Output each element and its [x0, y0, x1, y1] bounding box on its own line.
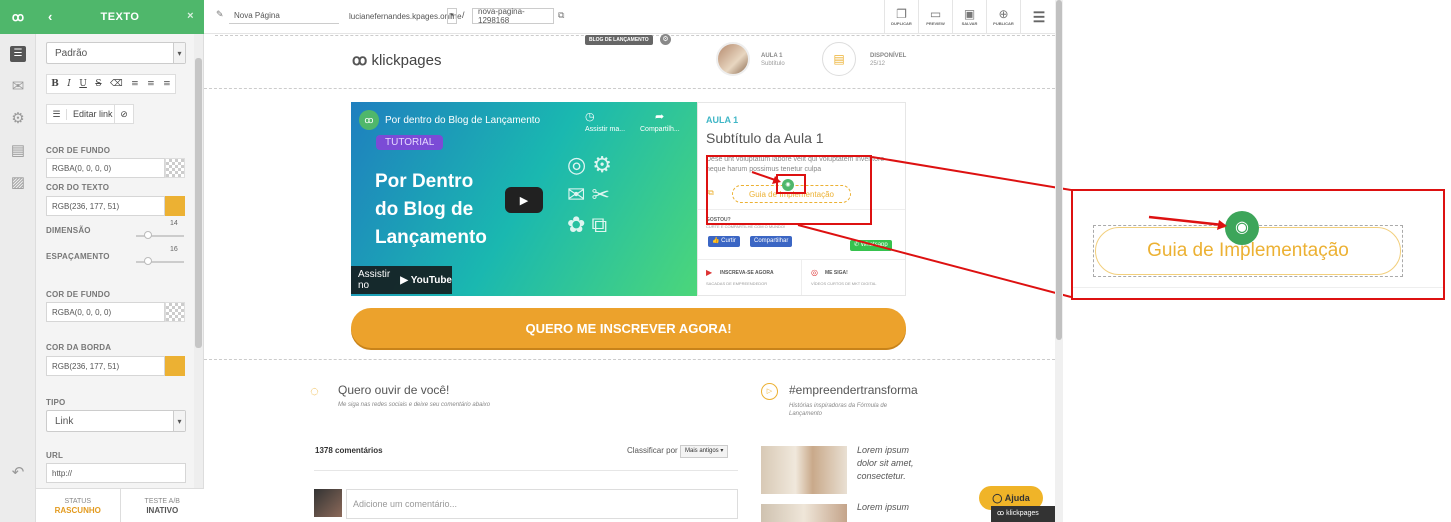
comments-subtitle: Me siga nas redes sociais e deixe seu co…: [338, 402, 491, 408]
zoom-line-top: [871, 156, 1072, 191]
lorem-text-2: Lorem ipsum: [857, 502, 910, 512]
canvas-scrollbar-thumb[interactable]: [1056, 0, 1062, 340]
comment-input[interactable]: Adicione um comentário...: [346, 489, 738, 519]
canvas-scrollbar[interactable]: [1055, 0, 1063, 522]
sort-select[interactable]: Mais antigos ▾: [680, 445, 729, 458]
chat-icon: ◯: [992, 492, 1003, 503]
klickpages-watermark: ꝏ klickpages: [991, 506, 1055, 522]
sort-label: Classificar por: [627, 446, 678, 455]
zoom-divider: [1073, 287, 1443, 288]
commenter-avatar: [314, 489, 342, 517]
comments-divider: [314, 470, 738, 471]
help-label: Ajuda: [1004, 493, 1030, 503]
zoom-callout: Guia de Implementação ◉: [1071, 189, 1445, 300]
hashtag-subtitle: Histórias inspiradoras da Fórmula de Lan…: [789, 403, 888, 417]
video-thumbnail[interactable]: [761, 504, 847, 522]
watermark-label: klickpages: [1006, 510, 1039, 517]
lorem-text-1: Lorem ipsum dolor sit amet, consectetur.: [857, 445, 914, 481]
video-thumbnail[interactable]: [761, 446, 847, 494]
hashtag-title: #empreendertransforma: [789, 383, 918, 397]
comments-title: Quero ouvir de você!: [338, 383, 450, 397]
play-circle-icon: ▷: [761, 383, 778, 400]
zoom-arrow: [1148, 215, 1227, 230]
sort-select-value: Mais antigos: [685, 448, 719, 454]
speech-bubble-icon: ◌: [310, 383, 319, 400]
subscribe-cta-button[interactable]: QUERO ME INSCREVER AGORA!: [351, 308, 906, 348]
section-divider: [204, 359, 1055, 360]
zoom-line-bottom: [797, 224, 1072, 298]
comments-count: 1378 comentários: [315, 446, 383, 455]
